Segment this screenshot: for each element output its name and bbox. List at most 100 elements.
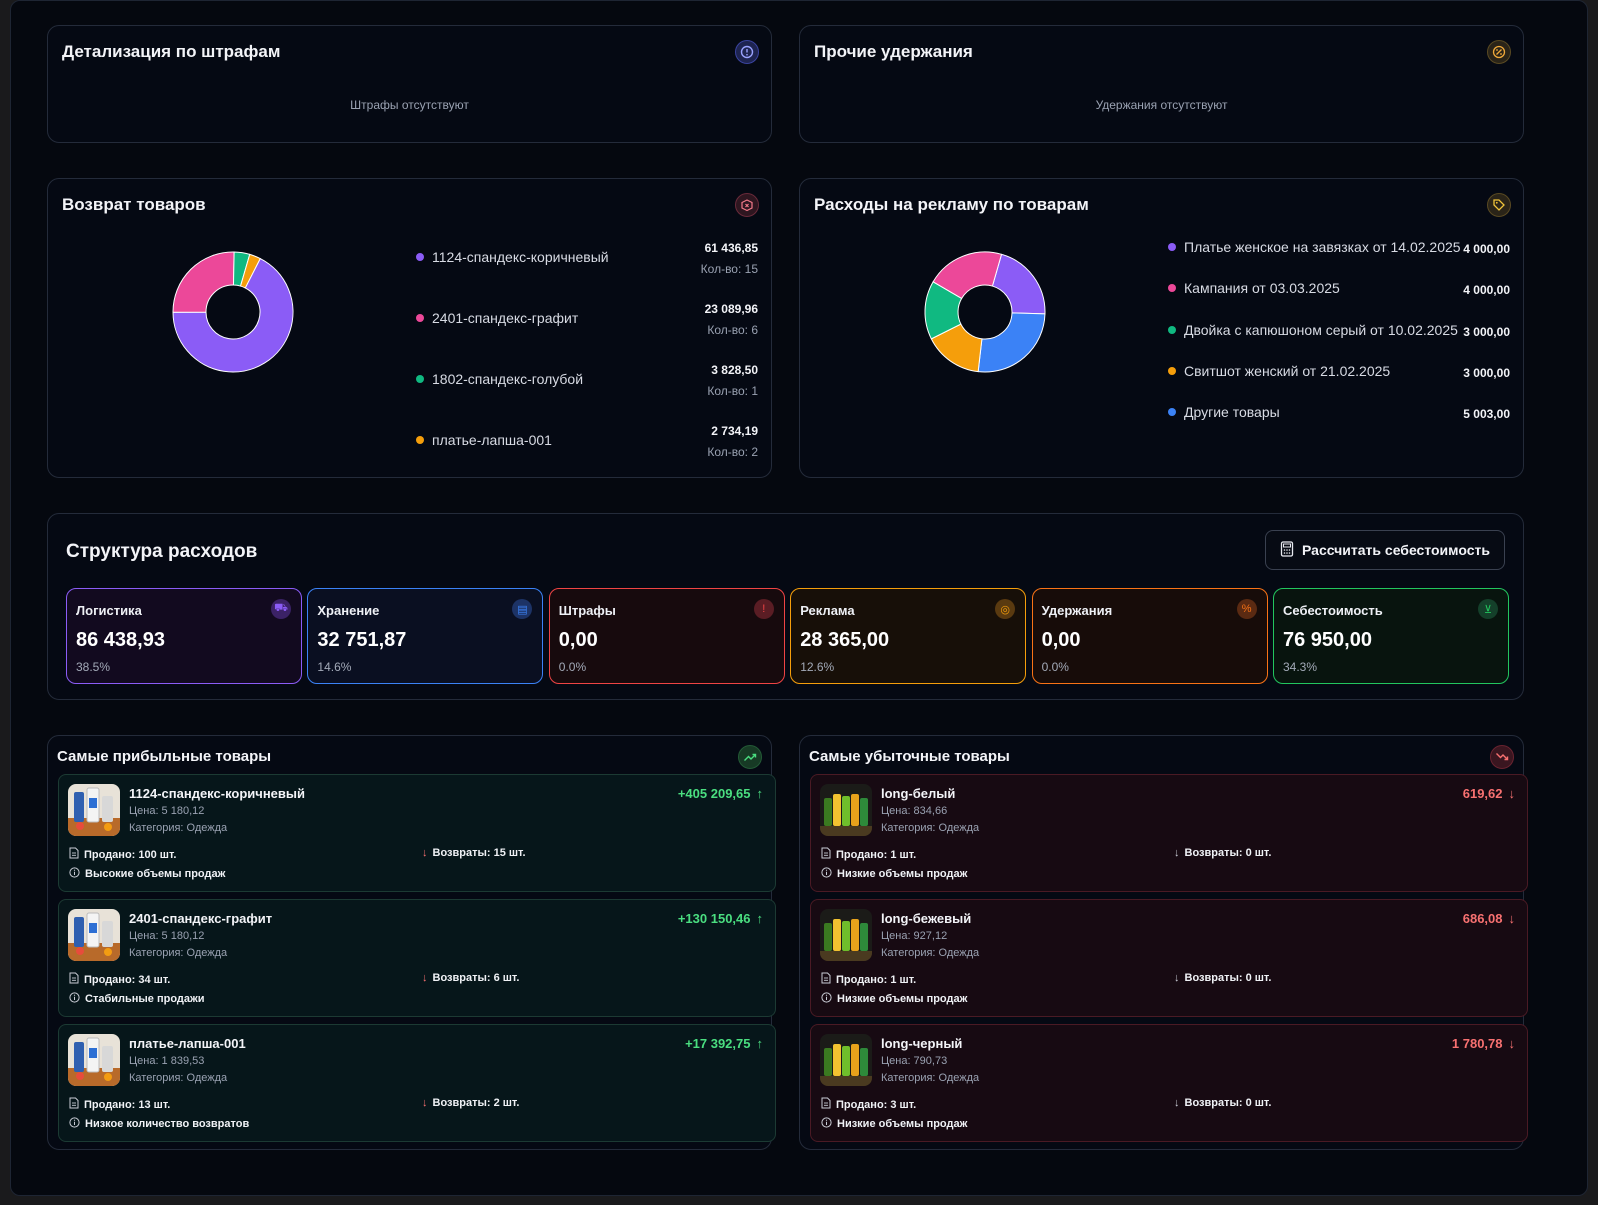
product-thumbnail — [68, 909, 120, 961]
product-sold: Продано: 3 шт. — [821, 1097, 916, 1112]
metric-card-6: Себестоимость 76 950,00 34.3% ⊻ — [1273, 588, 1509, 684]
returns-legend-item: 1124-спандекс-коричневый — [416, 249, 609, 265]
product-sold: Продано: 13 шт. — [69, 1097, 170, 1112]
legend-dot — [1168, 408, 1176, 417]
arrow-down-icon: ↓ — [1174, 972, 1180, 984]
product-amount-value: +405 209,65 — [677, 786, 751, 801]
legend-dot — [416, 375, 424, 383]
product-card[interactable]: 2401-спандекс-графит Цена: 5 180,12 Катего… — [58, 899, 776, 1017]
ads-donut-chart — [924, 251, 1046, 373]
legend-value: 2 734,19 — [711, 424, 758, 438]
metric-label: Хранение — [317, 603, 380, 618]
product-amount-value: +17 392,75 — [685, 1036, 751, 1051]
metric-label: Штрафы — [558, 603, 616, 618]
product-returns: ↓ Возвраты: 0 шт. — [1174, 972, 1271, 984]
metric-percent: 14.6% — [317, 660, 352, 674]
product-note-text: Низкие объемы продаж — [837, 993, 968, 1005]
profitable-title: Самые прибыльные товары — [57, 748, 272, 765]
product-amount: +17 392,75 ↑ — [685, 1036, 763, 1051]
ads-legend-item: Другие товары — [1168, 404, 1280, 420]
product-category: Категория: Одежда — [881, 947, 980, 959]
product-returns-text: Возвраты: 0 шт. — [1184, 972, 1272, 984]
product-thumbnail — [820, 909, 872, 961]
product-sold-text: Продано: 13 шт. — [84, 1098, 171, 1111]
legend-label: Другие товары — [1184, 404, 1280, 421]
percent-icon — [1487, 40, 1511, 64]
product-note-text: Низкое количество возвратов — [85, 1118, 250, 1130]
penalties-card: Детализация по штрафам Штрафы отсутствую… — [47, 25, 772, 143]
product-amount-value: 1 780,78 — [1451, 1036, 1503, 1051]
product-price: Цена: 1 839,53 — [129, 1055, 205, 1067]
product-card[interactable]: long-бежевый Цена: 927,12 Категория: Одежд… — [810, 899, 1528, 1017]
ads-donut-slice[interactable] — [977, 312, 1046, 373]
ads-legend-item: Платье женское на завязках от 14.02.2025 — [1168, 239, 1461, 255]
product-category: Категория: Одежда — [881, 1072, 980, 1084]
arrow-up-icon: ↑ — [756, 1036, 764, 1051]
trending-down-icon — [1490, 745, 1514, 769]
ads-title: Расходы на рекламу по товарам — [814, 195, 1089, 214]
product-returns: ↓ Возвраты: 6 шт. — [422, 972, 519, 984]
ads-donut-slice[interactable] — [991, 253, 1046, 315]
product-amount: 686,08 ↓ — [1463, 911, 1515, 926]
product-note: Низкие объемы продаж — [821, 992, 967, 1006]
product-card[interactable]: платье-лапша-001 Цена: 1 839,53 Категория:… — [58, 1024, 776, 1142]
legend-dot — [416, 253, 424, 261]
metric-card-2: Хранение 32 751,87 14.6% ▤ — [307, 588, 544, 684]
product-returns: ↓ Возвраты: 15 шт. — [422, 847, 526, 859]
product-sold: Продано: 1 шт. — [821, 972, 916, 987]
arrow-down-icon: ↓ — [422, 1097, 428, 1109]
product-note-text: Низкие объемы продаж — [837, 868, 968, 880]
product-note: Низкие объемы продаж — [821, 867, 967, 881]
metric-value: 28 365,00 — [800, 629, 890, 651]
product-returns: ↓ Возвраты: 0 шт. — [1174, 1097, 1271, 1109]
document-icon — [69, 1097, 79, 1112]
cart-icon: ⊻ — [1478, 599, 1498, 619]
product-card[interactable]: long-белый Цена: 834,66 Категория: Одежда 6… — [810, 774, 1528, 892]
product-sold: Продано: 1 шт. — [821, 847, 916, 862]
arrow-up-icon: ↑ — [756, 911, 764, 926]
metric-percent: 34.3% — [1283, 660, 1318, 674]
document-icon — [821, 972, 831, 987]
metric-label: Реклама — [800, 603, 855, 618]
metric-percent: 12.6% — [800, 660, 835, 674]
product-note: Высокие объемы продаж — [69, 867, 225, 881]
product-thumbnail — [820, 784, 872, 836]
calculate-cost-button[interactable]: Рассчитать себестоимость — [1265, 530, 1505, 570]
info-icon — [69, 867, 80, 881]
legend-count: Кол-во: 1 — [707, 384, 758, 398]
ads-legend-item: Свитшот женский от 21.02.2025 — [1168, 363, 1390, 379]
returns-donut-slice[interactable] — [172, 251, 235, 313]
legend-dot — [416, 436, 424, 444]
returns-card: Возврат товаров 1124-спандекс-коричневый… — [47, 178, 772, 478]
product-card[interactable]: 1124-спандекс-коричневый Цена: 5 180,12 Ка… — [58, 774, 776, 892]
product-category: Категория: Одежда — [129, 822, 228, 834]
product-sold-text: Продано: 1 шт. — [836, 973, 917, 986]
info-icon — [69, 1117, 80, 1131]
arrow-down-icon: ↓ — [1508, 911, 1516, 926]
product-sold-text: Продано: 1 шт. — [836, 848, 917, 861]
legend-label: 1802-спандекс-голубой — [432, 371, 584, 387]
legend-value: 5 003,00 — [1463, 407, 1510, 422]
unprofitable-title: Самые убыточные товары — [809, 748, 1010, 765]
product-note: Стабильные продажи — [69, 992, 205, 1006]
calculate-cost-label: Рассчитать себестоимость — [1302, 542, 1490, 558]
returns-title: Возврат товаров — [62, 195, 206, 214]
product-card[interactable]: long-черный Цена: 790,73 Категория: Одежда… — [810, 1024, 1528, 1142]
product-sold: Продано: 100 шт. — [69, 847, 176, 862]
product-returns-text: Возвраты: 2 шт. — [432, 1097, 520, 1109]
legend-dot — [1168, 366, 1176, 375]
target-icon: ◎ — [995, 599, 1016, 619]
profitable-products-card: Самые прибыльные товары 1124-спандекс-ко… — [47, 735, 776, 1150]
legend-value: 3 000,00 — [1463, 365, 1510, 380]
product-category: Категория: Одежда — [129, 1072, 228, 1084]
legend-label: Платье женское на завязках от 14.02.2025 — [1184, 239, 1461, 255]
deductions-empty-text: Удержания отсутствуют — [1095, 98, 1228, 112]
legend-label: Двойка с капюшоном серый от 10.02.2025 — [1184, 321, 1458, 338]
product-note-text: Низкие объемы продаж — [837, 1118, 968, 1130]
document-icon — [69, 972, 79, 987]
metric-value: 0,00 — [1041, 629, 1081, 651]
product-amount: +130 150,46 ↑ — [678, 911, 763, 926]
deductions-card: Прочие удержания Удержания отсутствуют — [799, 25, 1524, 143]
legend-value: 4 000,00 — [1463, 242, 1510, 256]
product-note-text: Стабильные продажи — [85, 993, 205, 1005]
